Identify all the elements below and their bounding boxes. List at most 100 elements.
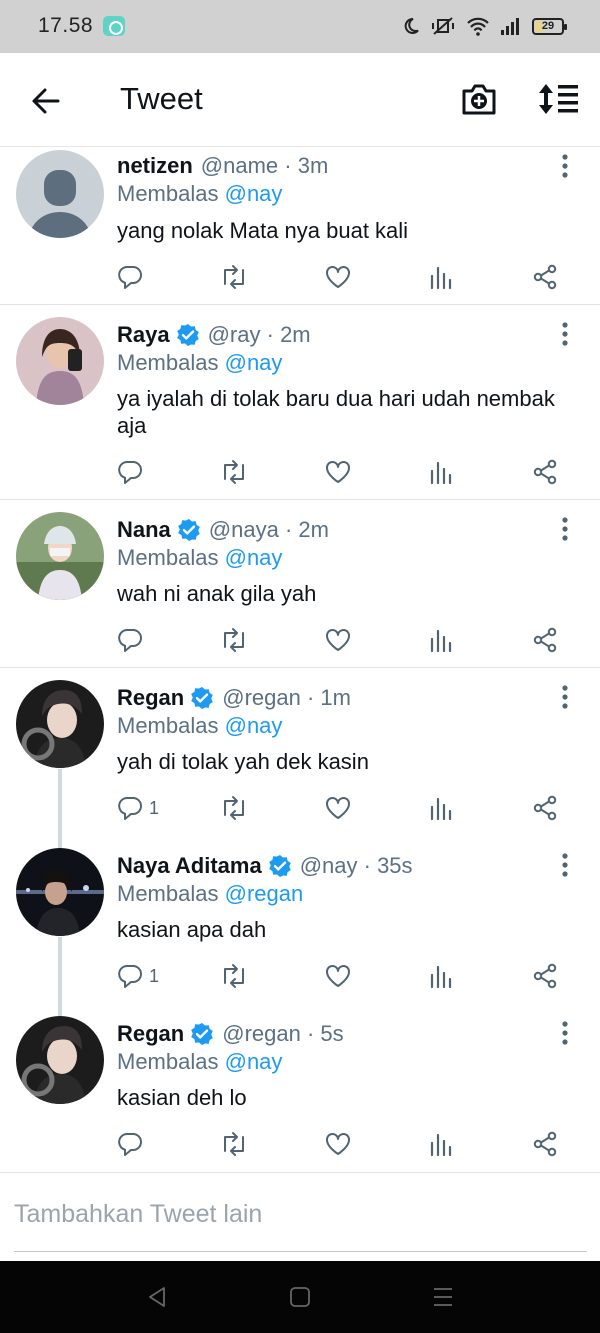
analytics-button[interactable] [429, 961, 453, 991]
like-button[interactable] [325, 457, 351, 487]
compose-area [14, 1196, 587, 1252]
status-icons: 29 [402, 14, 567, 38]
like-icon [326, 797, 350, 819]
tweet-item[interactable]: Regan @regan · 1m Membalas @nay yah di t… [0, 668, 600, 836]
analytics-button[interactable] [429, 1129, 453, 1159]
more-options-button[interactable] [553, 1020, 577, 1046]
like-button[interactable] [325, 1129, 351, 1159]
tweet-header: Nana @naya · 2m [117, 517, 329, 543]
more-vertical-icon [562, 517, 568, 541]
author-name[interactable]: Naya Aditama [117, 853, 262, 879]
author-handle: @nay · 35s [299, 853, 413, 878]
more-options-button[interactable] [553, 516, 577, 542]
author-handle: @naya · 2m [208, 517, 329, 542]
analytics-button[interactable] [429, 262, 453, 292]
retweet-button[interactable] [219, 262, 249, 292]
reply-button[interactable] [117, 1129, 149, 1159]
profile-photo [16, 317, 104, 405]
top-app-bar: Tweet [0, 53, 600, 147]
share-button[interactable] [532, 793, 558, 823]
avatar[interactable] [16, 848, 104, 936]
nav-home-button[interactable] [288, 1285, 314, 1309]
retweet-button[interactable] [219, 457, 249, 487]
replying-to: Membalas @nay [117, 350, 283, 375]
analytics-icon [430, 629, 452, 653]
more-options-button[interactable] [553, 321, 577, 347]
triangle-back-icon [149, 1287, 165, 1307]
more-options-button[interactable] [553, 684, 577, 710]
verified-badge-icon [177, 518, 201, 542]
retweet-icon [224, 460, 244, 484]
tweet-actions [117, 262, 577, 292]
retweet-button[interactable] [219, 1129, 249, 1159]
nav-recents-button[interactable] [431, 1285, 457, 1309]
share-button[interactable] [532, 457, 558, 487]
avatar[interactable] [16, 150, 104, 238]
more-options-button[interactable] [553, 153, 577, 179]
default-profile-icon [16, 150, 104, 238]
back-button[interactable] [28, 83, 68, 119]
retweet-button[interactable] [219, 793, 249, 823]
like-icon [326, 1133, 350, 1155]
like-button[interactable] [325, 793, 351, 823]
tweet-header: Regan @regan · 5s [117, 1021, 344, 1047]
reply-button[interactable] [117, 625, 149, 655]
author-name[interactable]: Regan [117, 685, 184, 711]
mention-link[interactable]: @nay [225, 545, 283, 570]
tweet-item[interactable]: Naya Aditama @nay · 35s Membalas @regan … [0, 836, 600, 1004]
author-name[interactable]: netizen [117, 153, 193, 179]
like-button[interactable] [325, 961, 351, 991]
profile-photo [16, 680, 104, 768]
replying-to: Membalas @nay [117, 713, 283, 738]
menu-lines-icon [434, 1288, 452, 1306]
mention-link[interactable]: @nay [225, 713, 283, 738]
camera-button[interactable] [460, 81, 500, 119]
nav-back-button[interactable] [145, 1285, 171, 1309]
tweet-header: Regan @regan · 1m [117, 685, 351, 711]
reply-button[interactable]: 1 [117, 793, 159, 823]
sort-button[interactable] [536, 81, 582, 119]
add-tweet-input[interactable] [14, 1196, 587, 1232]
avatar[interactable] [16, 1016, 104, 1104]
analytics-button[interactable] [429, 625, 453, 655]
share-button[interactable] [532, 1129, 558, 1159]
tweet-text: yang nolak Mata nya buat kali [117, 218, 409, 243]
analytics-button[interactable] [429, 457, 453, 487]
author-name[interactable]: Nana [117, 517, 171, 543]
tweet-item[interactable]: Nana @naya · 2m Membalas @nay wah ni ana… [0, 500, 600, 668]
author-handle: @regan · 5s [222, 1021, 344, 1046]
avatar[interactable] [16, 512, 104, 600]
reply-button[interactable] [117, 262, 149, 292]
retweet-button[interactable] [219, 961, 249, 991]
more-vertical-icon [562, 322, 568, 346]
author-handle: @ray · 2m [207, 322, 311, 347]
share-button[interactable] [532, 262, 558, 292]
author-handle: @name · 3m [200, 153, 329, 178]
reply-count: 1 [149, 797, 160, 818]
author-name[interactable]: Raya [117, 322, 170, 348]
reply-button[interactable]: 1 [117, 961, 159, 991]
system-nav-bar [0, 1261, 600, 1333]
signal-icon [501, 18, 519, 35]
author-name[interactable]: Regan [117, 1021, 184, 1047]
share-button[interactable] [532, 625, 558, 655]
more-options-button[interactable] [553, 852, 577, 878]
mention-link[interactable]: @nay [225, 181, 283, 206]
avatar[interactable] [16, 680, 104, 768]
tweet-item[interactable]: Raya @ray · 2m Membalas @nay ya iyalah d… [0, 305, 600, 500]
replying-to: Membalas @nay [117, 1049, 283, 1074]
analytics-button[interactable] [429, 793, 453, 823]
retweet-button[interactable] [219, 625, 249, 655]
like-button[interactable] [325, 625, 351, 655]
mention-link[interactable]: @nay [225, 1049, 283, 1074]
like-icon [326, 965, 350, 987]
tweet-item[interactable]: netizen @name · 3m Membalas @nay yang no… [0, 148, 600, 305]
share-button[interactable] [532, 961, 558, 991]
tweet-actions [117, 1129, 577, 1159]
avatar[interactable] [16, 317, 104, 405]
reply-button[interactable] [117, 457, 149, 487]
mention-link[interactable]: @regan [225, 881, 304, 906]
tweet-item[interactable]: Regan @regan · 5s Membalas @nay kasian d… [0, 1004, 600, 1173]
like-button[interactable] [325, 262, 351, 292]
mention-link[interactable]: @nay [225, 350, 283, 375]
